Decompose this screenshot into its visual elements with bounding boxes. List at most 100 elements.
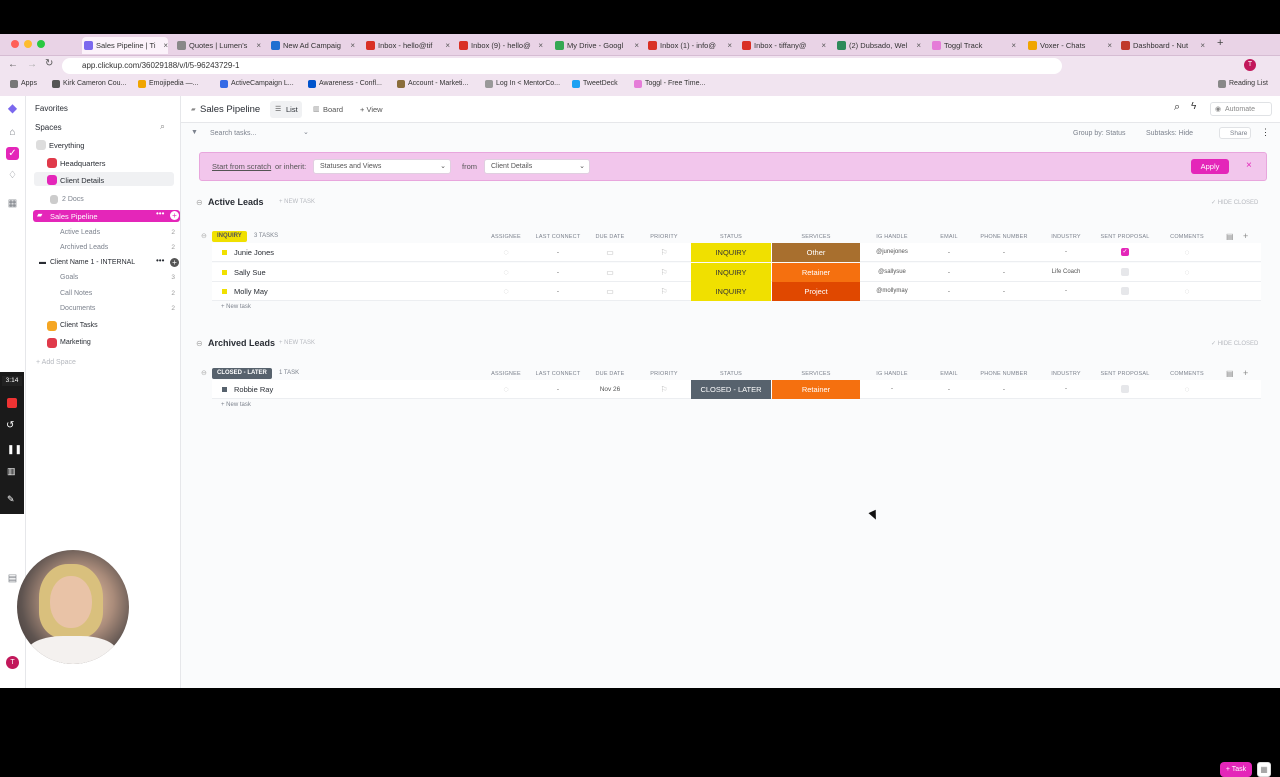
comment-icon[interactable]: ◌	[1167, 282, 1207, 301]
column-header[interactable]: PHONE NUMBER	[979, 371, 1029, 377]
column-header[interactable]: ASSIGNEE	[491, 371, 521, 377]
browser-tab[interactable]: Dashboard - Nut ×	[1119, 37, 1205, 54]
column-header[interactable]: PRIORITY	[645, 234, 683, 240]
comment-icon[interactable]: ◌	[1167, 380, 1207, 399]
bookmark-item[interactable]: Account - Marketi...	[397, 80, 468, 88]
close-tab-icon[interactable]: ×	[256, 37, 261, 54]
browser-tab[interactable]: Inbox - tiffany@ ×	[740, 37, 826, 54]
filter-icon[interactable]: ▼	[191, 129, 198, 136]
column-header[interactable]: EMAIL	[934, 371, 964, 377]
table-settings-icon[interactable]: ▤	[1226, 369, 1234, 378]
priority-flag-icon[interactable]: ⚐	[645, 263, 683, 282]
reading-list[interactable]: Reading List	[1218, 80, 1268, 88]
apply-button[interactable]: Apply	[1191, 159, 1229, 174]
column-header[interactable]: SENT PROPOSAL	[1100, 234, 1150, 240]
services-cell[interactable]: Project	[772, 282, 860, 301]
add-task-link[interactable]: + New task	[221, 304, 251, 310]
column-header[interactable]: SENT PROPOSAL	[1100, 371, 1150, 377]
hide-closed-toggle[interactable]: ✓ HIDE CLOSED	[1211, 199, 1258, 206]
subtasks-dropdown[interactable]: Subtasks: Hide	[1146, 130, 1193, 137]
comment-icon[interactable]: ◌	[1167, 263, 1207, 282]
calendar-icon[interactable]: ▭	[590, 282, 630, 301]
search-icon[interactable]: ⌕	[1174, 101, 1180, 114]
table-row[interactable]: Robbie Ray ◌ - Nov 26 ⚐ CLOSED - LATER Retaine…	[212, 380, 1261, 399]
phone-cell[interactable]: -	[979, 263, 1029, 282]
trash-icon[interactable]: ▥	[7, 466, 16, 477]
column-header[interactable]: COMMENTS	[1167, 234, 1207, 240]
task-name[interactable]: Sally Sue	[234, 263, 266, 282]
profile-avatar[interactable]: T	[1244, 59, 1256, 71]
stop-record-icon[interactable]	[7, 398, 17, 408]
column-header[interactable]: INDUSTRY	[1043, 234, 1089, 240]
bookmark-item[interactable]: Toggl - Free Time...	[634, 80, 705, 88]
collapse-status-icon[interactable]: ⊖	[201, 369, 207, 377]
table-settings-icon[interactable]: ▤	[1226, 232, 1234, 241]
clickup-logo-icon[interactable]: ◆	[6, 102, 19, 115]
pen-icon[interactable]: ✎	[7, 494, 15, 505]
close-tab-icon[interactable]: ×	[1011, 37, 1016, 54]
sidebar-item-client-details[interactable]: Client Details	[47, 175, 104, 185]
status-cell[interactable]: INQUIRY	[691, 282, 771, 301]
column-header[interactable]: ASSIGNEE	[491, 234, 521, 240]
phone-cell[interactable]: -	[979, 380, 1029, 399]
assignee-icon[interactable]: ◌	[491, 380, 521, 399]
column-header[interactable]: DUE DATE	[590, 371, 630, 377]
calendar-icon[interactable]: ▭	[590, 243, 630, 262]
column-header[interactable]: EMAIL	[934, 234, 964, 240]
bookmark-item[interactable]: Kirk Cameron Cou...	[52, 80, 126, 88]
sidebar-item-everything[interactable]: Everything	[36, 140, 84, 150]
close-tab-icon[interactable]: ×	[821, 37, 826, 54]
browser-tab[interactable]: (2) Dubsado, Wel ×	[835, 37, 921, 54]
new-task-link[interactable]: + NEW TASK	[279, 199, 315, 205]
add-column-icon[interactable]: +	[1243, 368, 1248, 378]
column-header[interactable]: PHONE NUMBER	[979, 234, 1029, 240]
browser-tab[interactable]: My Drive - Googl ×	[553, 37, 639, 54]
statuses-select[interactable]: Statuses and Views ⌄	[313, 159, 451, 174]
sent-proposal-checkbox[interactable]: ✓	[1121, 248, 1129, 256]
column-header[interactable]: SERVICES	[772, 234, 860, 240]
minimize-window-icon[interactable]	[24, 40, 32, 48]
apps-grid-icon[interactable]: ▦	[6, 197, 19, 210]
last-connect-cell[interactable]: -	[534, 263, 582, 282]
column-header[interactable]: SERVICES	[772, 371, 860, 377]
priority-flag-icon[interactable]: ⚐	[645, 243, 683, 262]
phone-cell[interactable]: -	[979, 282, 1029, 301]
grid-icon[interactable]: ▦	[1257, 762, 1271, 777]
docs-icon[interactable]: ▤	[6, 572, 19, 585]
services-cell[interactable]: Retainer	[772, 262, 860, 282]
client-details-select[interactable]: Client Details ⌄	[484, 159, 590, 174]
assignee-icon[interactable]: ◌	[491, 243, 521, 262]
add-task-button[interactable]: + Task	[1220, 762, 1252, 777]
table-row[interactable]: Junie Jones ◌ - ▭ ⚐ INQUIRY Other @junejones - - -…	[212, 243, 1261, 262]
bookmark-item[interactable]: ActiveCampaign L...	[220, 80, 294, 88]
priority-flag-icon[interactable]: ⚐	[645, 380, 683, 399]
calendar-icon[interactable]: ▭	[590, 263, 630, 282]
email-cell[interactable]: -	[934, 380, 964, 399]
task-name[interactable]: Junie Jones	[234, 243, 274, 262]
column-header[interactable]: STATUS	[691, 234, 771, 240]
forward-icon[interactable]: →	[27, 59, 37, 70]
more-options-icon[interactable]: ⋮	[1261, 127, 1270, 138]
assignee-icon[interactable]: ◌	[491, 282, 521, 301]
new-task-link[interactable]: + NEW TASK	[279, 340, 315, 346]
task-name[interactable]: Molly May	[234, 282, 268, 301]
last-connect-cell[interactable]: -	[534, 243, 582, 262]
start-from-scratch-link[interactable]: Start from scratch	[212, 162, 271, 171]
favorites-heading[interactable]: Favorites	[35, 104, 68, 113]
email-cell[interactable]: -	[934, 263, 964, 282]
hide-closed-toggle[interactable]: ✓ HIDE CLOSED	[1211, 340, 1258, 347]
close-tab-icon[interactable]: ×	[163, 37, 168, 54]
close-window-icon[interactable]	[11, 40, 19, 48]
collapse-group-icon[interactable]: ⊖	[196, 339, 203, 348]
new-tab-icon[interactable]: +	[1217, 37, 1223, 49]
search-icon[interactable]: ⌕	[160, 121, 165, 132]
close-tab-icon[interactable]: ×	[538, 37, 543, 54]
automate-button[interactable]: ◉ Automate	[1210, 102, 1272, 116]
column-header[interactable]: STATUS	[691, 371, 771, 377]
zoom-window-icon[interactable]	[37, 40, 45, 48]
last-connect-cell[interactable]: -	[534, 282, 582, 301]
more-options-icon[interactable]: •••	[156, 209, 164, 218]
column-header[interactable]: INDUSTRY	[1043, 371, 1089, 377]
email-cell[interactable]: -	[934, 282, 964, 301]
column-header[interactable]: IG HANDLE	[862, 371, 922, 377]
